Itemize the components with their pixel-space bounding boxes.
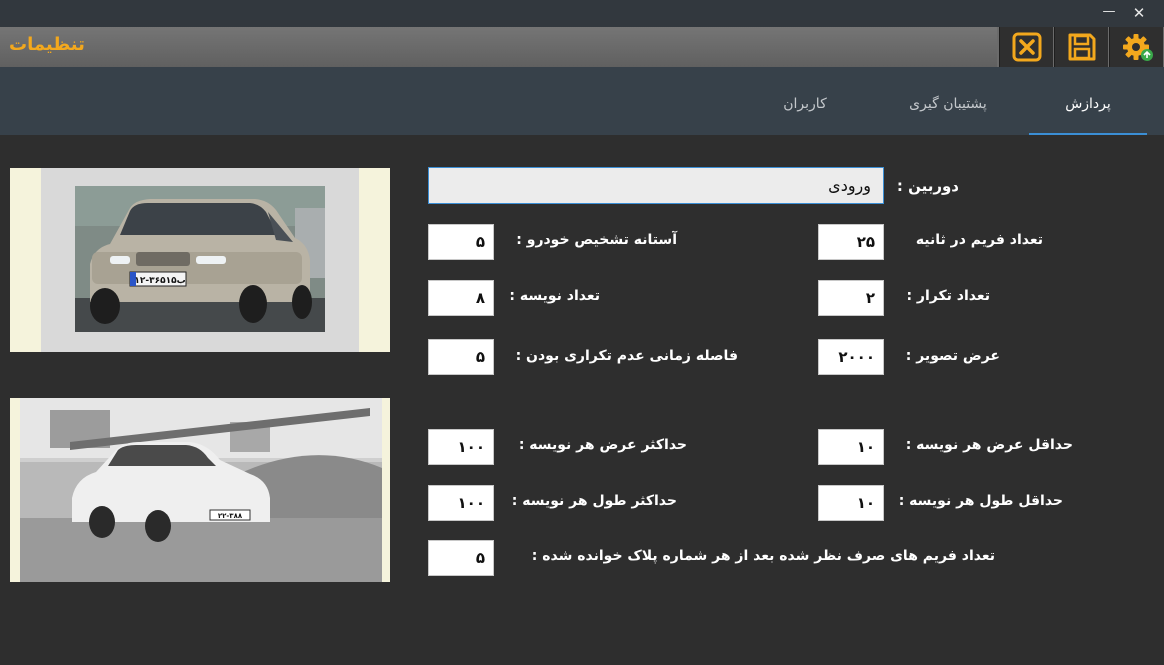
- tab-bar: پردازش پشتیبان گیری کاربران: [0, 67, 1164, 135]
- close-x-icon: [1012, 32, 1042, 62]
- max-char-width-label: حداکثر عرض هر نویسه :: [518, 437, 687, 453]
- window-titlebar: — ✕: [0, 0, 1164, 27]
- tab-users[interactable]: کاربران: [760, 67, 850, 135]
- detect-threshold-input[interactable]: ۵: [428, 224, 494, 260]
- char-count-label: تعداد نویسه :: [509, 288, 600, 304]
- save-button[interactable]: [1054, 27, 1108, 67]
- cancel-button[interactable]: [999, 27, 1053, 67]
- plate-sample-image: ۲۲-۳۸۸: [10, 398, 390, 582]
- image-width-label: عرض تصویر :: [905, 348, 1000, 364]
- page-title: تنظیمات: [9, 34, 85, 55]
- detect-threshold-label: آستانه تشخیص خودرو :: [516, 232, 677, 248]
- skipped-frames-input[interactable]: ۵: [428, 540, 494, 576]
- min-char-height-input[interactable]: ۱۰: [818, 485, 884, 521]
- gear-icon: [1123, 34, 1153, 61]
- tab-backup[interactable]: پشتیبان گیری: [885, 67, 1011, 135]
- camera-select[interactable]: ورودی: [428, 167, 884, 204]
- image-width-input[interactable]: ۲۰۰۰: [818, 339, 884, 375]
- fps-label: تعداد فریم در ثانیه: [915, 232, 1043, 248]
- bottom-plate-text: ۲۲-۳۸۸: [218, 512, 243, 520]
- char-count-input[interactable]: ۸: [428, 280, 494, 316]
- min-char-height-label: حداقل طول هر نویسه :: [898, 493, 1063, 509]
- tab-processing-label: پردازش: [1065, 96, 1111, 112]
- max-char-height-label: حداکثر طول هر نویسه :: [511, 493, 677, 509]
- minimize-button[interactable]: —: [1098, 1, 1120, 23]
- toolbar-header: تنظیمات: [0, 27, 997, 67]
- tab-processing[interactable]: پردازش: [1029, 67, 1147, 135]
- repeat-count-input[interactable]: ۲: [818, 280, 884, 316]
- top-plate-text: ۱۲-۳۶۵ب۱۵: [134, 276, 185, 286]
- repeat-count-label: تعداد تکرار :: [906, 288, 990, 304]
- max-char-width-input[interactable]: ۱۰۰: [428, 429, 494, 465]
- vehicle-preview-image: ۱۲-۳۶۵ب۱۵: [10, 168, 390, 352]
- fps-input[interactable]: ۲۵: [818, 224, 884, 260]
- non-repeat-interval-input[interactable]: ۵: [428, 339, 494, 375]
- active-tab-underline: [1029, 133, 1147, 135]
- settings-button[interactable]: [1109, 27, 1163, 67]
- non-repeat-interval-label: فاصله زمانی عدم تکراری بودن :: [515, 348, 738, 364]
- tab-backup-label: پشتیبان گیری: [909, 96, 987, 112]
- camera-label: دوربین :: [896, 177, 959, 195]
- min-char-width-input[interactable]: ۱۰: [818, 429, 884, 465]
- save-icon: [1068, 33, 1096, 61]
- skipped-frames-label: تعداد فریم های صرف نظر شده بعد از هر شما…: [531, 548, 995, 564]
- toolbar: تنظیمات: [0, 27, 1164, 67]
- max-char-height-input[interactable]: ۱۰۰: [428, 485, 494, 521]
- close-window-button[interactable]: ✕: [1128, 2, 1150, 24]
- tab-users-label: کاربران: [783, 96, 827, 112]
- min-char-width-label: حداقل عرض هر نویسه :: [905, 437, 1073, 453]
